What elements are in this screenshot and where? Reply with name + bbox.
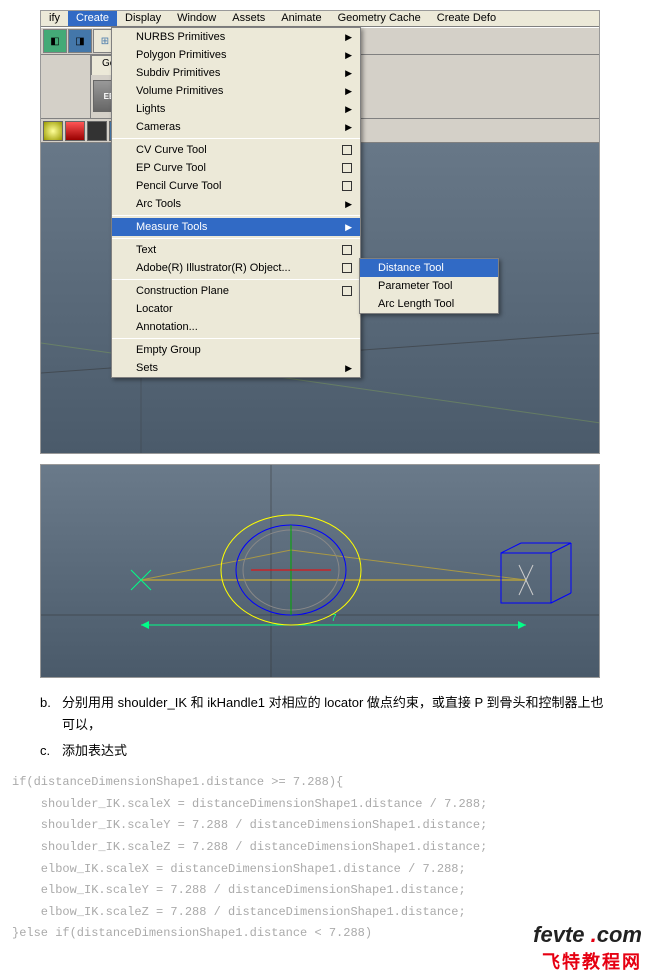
separator bbox=[112, 215, 360, 216]
submenu-arrow-icon: ▶ bbox=[345, 222, 352, 233]
menu-distance-tool[interactable]: Distance Tool bbox=[360, 259, 498, 277]
menu-modify[interactable]: ify bbox=[41, 11, 68, 26]
menu-adobe-illustrator[interactable]: Adobe(R) Illustrator(R) Object... bbox=[112, 259, 360, 277]
submenu-arrow-icon: ▶ bbox=[345, 32, 352, 43]
vp-icon[interactable] bbox=[87, 121, 107, 141]
menu-measure-tools[interactable]: Measure Tools▶ bbox=[112, 218, 360, 236]
submenu-arrow-icon: ▶ bbox=[345, 50, 352, 61]
list-item-b: b. 分别用用 shoulder_IK 和 ikHandle1 对相应的 loc… bbox=[40, 692, 610, 736]
submenu-arrow-icon: ▶ bbox=[345, 199, 352, 210]
maya-menu-screenshot: ify Create Display Window Assets Animate… bbox=[40, 10, 600, 454]
separator bbox=[112, 238, 360, 239]
list-text: 分别用用 shoulder_IK 和 ikHandle1 对相应的 locato… bbox=[62, 692, 610, 736]
create-dropdown: NURBS Primitives▶ Polygon Primitives▶ Su… bbox=[111, 27, 361, 378]
submenu-arrow-icon: ▶ bbox=[345, 104, 352, 115]
menu-assets[interactable]: Assets bbox=[224, 11, 273, 26]
rig-illustration: 7 bbox=[41, 465, 600, 678]
menu-text[interactable]: Text bbox=[112, 241, 360, 259]
menu-animate[interactable]: Animate bbox=[273, 11, 329, 26]
menu-subdiv-primitives[interactable]: Subdiv Primitives▶ bbox=[112, 64, 360, 82]
vp-lightbulb-icon[interactable] bbox=[43, 121, 63, 141]
menu-annotation[interactable]: Annotation... bbox=[112, 318, 360, 336]
maya-viewport-rig: 7 bbox=[40, 464, 600, 678]
option-box-icon[interactable] bbox=[342, 163, 352, 173]
menu-volume-primitives[interactable]: Volume Primitives▶ bbox=[112, 82, 360, 100]
vp-cube-icon[interactable] bbox=[65, 121, 85, 141]
menu-locator[interactable]: Locator bbox=[112, 300, 360, 318]
menu-construction-plane[interactable]: Construction Plane bbox=[112, 282, 360, 300]
separator bbox=[112, 338, 360, 339]
option-box-icon[interactable] bbox=[342, 145, 352, 155]
menu-parameter-tool[interactable]: Parameter Tool bbox=[360, 277, 498, 295]
menu-cv-curve-tool[interactable]: CV Curve Tool bbox=[112, 141, 360, 159]
submenu-arrow-icon: ▶ bbox=[345, 86, 352, 97]
menu-sets[interactable]: Sets▶ bbox=[112, 359, 360, 377]
menu-create[interactable]: Create bbox=[68, 11, 117, 26]
menu-nurbs-primitives[interactable]: NURBS Primitives▶ bbox=[112, 28, 360, 46]
toolbar-button[interactable]: ◧ bbox=[43, 29, 67, 53]
menu-cameras[interactable]: Cameras▶ bbox=[112, 118, 360, 136]
menu-pencil-curve-tool[interactable]: Pencil Curve Tool bbox=[112, 177, 360, 195]
shelf-selector[interactable] bbox=[41, 55, 91, 118]
option-box-icon[interactable] bbox=[342, 245, 352, 255]
watermark: fevte .com 飞特教程网 bbox=[533, 922, 642, 974]
menubar: ify Create Display Window Assets Animate… bbox=[41, 11, 599, 27]
menu-lights[interactable]: Lights▶ bbox=[112, 100, 360, 118]
submenu-arrow-icon: ▶ bbox=[345, 363, 352, 374]
menu-polygon-primitives[interactable]: Polygon Primitives▶ bbox=[112, 46, 360, 64]
menu-arc-tools[interactable]: Arc Tools▶ bbox=[112, 195, 360, 213]
option-box-icon[interactable] bbox=[342, 181, 352, 191]
list-marker: c. bbox=[40, 740, 62, 762]
option-box-icon[interactable] bbox=[342, 263, 352, 273]
option-box-icon[interactable] bbox=[342, 286, 352, 296]
menu-window[interactable]: Window bbox=[169, 11, 224, 26]
watermark-url: fevte .com bbox=[533, 922, 642, 948]
menu-empty-group[interactable]: Empty Group bbox=[112, 341, 360, 359]
expression-code: if(distanceDimensionShape1.distance >= 7… bbox=[12, 772, 650, 945]
menu-display[interactable]: Display bbox=[117, 11, 169, 26]
separator bbox=[112, 138, 360, 139]
toolbar-button[interactable]: ◨ bbox=[68, 29, 92, 53]
menu-create-deformers[interactable]: Create Defo bbox=[429, 11, 504, 26]
list-item-c: c. 添加表达式 bbox=[40, 740, 610, 762]
menu-geometry-cache[interactable]: Geometry Cache bbox=[330, 11, 429, 26]
watermark-cn: 飞特教程网 bbox=[533, 948, 642, 974]
separator bbox=[112, 279, 360, 280]
list-marker: b. bbox=[40, 692, 62, 736]
menu-ep-curve-tool[interactable]: EP Curve Tool bbox=[112, 159, 360, 177]
submenu-arrow-icon: ▶ bbox=[345, 68, 352, 79]
submenu-arrow-icon: ▶ bbox=[345, 122, 352, 133]
tutorial-content: b. 分别用用 shoulder_IK 和 ikHandle1 对相应的 loc… bbox=[40, 692, 610, 762]
measure-tools-submenu: Distance Tool Parameter Tool Arc Length … bbox=[359, 258, 499, 314]
menu-arc-length-tool[interactable]: Arc Length Tool bbox=[360, 295, 498, 313]
list-text: 添加表达式 bbox=[62, 740, 610, 762]
